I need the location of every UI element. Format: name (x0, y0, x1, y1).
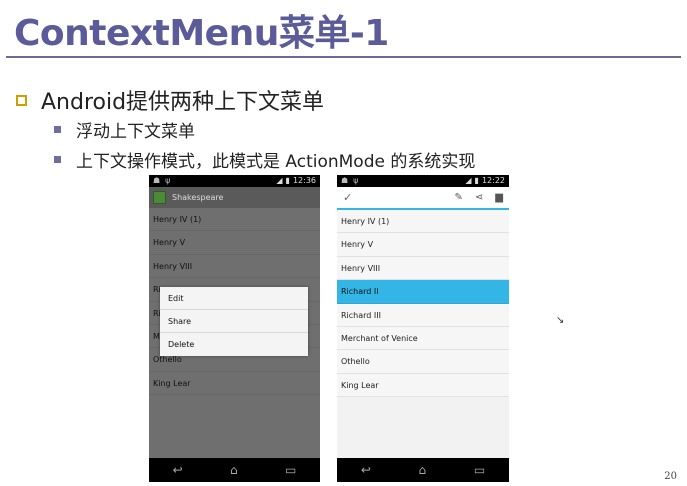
sub-bullet-text: 上下文操作模式，此模式是 ActionMode 的系统实现 (76, 152, 476, 172)
home-icon[interactable]: ⌂ (230, 463, 238, 477)
sub-bullet-square-icon (54, 126, 61, 133)
context-menu-share[interactable]: Share (160, 310, 308, 333)
list-item[interactable]: King Lear (337, 373, 509, 398)
bullet-box-icon (16, 94, 27, 106)
signal-icon: ◢ (465, 176, 472, 185)
context-menu-edit[interactable]: Edit (160, 287, 308, 310)
list-item[interactable]: Merchant of Venice (337, 326, 509, 351)
slide-title: ContextMenu菜单-1 (14, 13, 389, 54)
list-item-selected[interactable]: Richard II (337, 280, 509, 304)
check-icon[interactable]: ✓ (343, 191, 352, 204)
app-title: Shakespeare (172, 193, 224, 202)
status-time: 12:22 (481, 176, 505, 185)
main-bullet-text: Android提供两种上下文菜单 (41, 90, 325, 115)
battery-icon: ▮ (474, 176, 479, 185)
phone-action-mode: ☗ ψ ◢ ▮ 12:22 ✓ ✎ ⋖ ▆ Henry IV (1) Henry … (337, 175, 509, 482)
trash-icon[interactable]: ▆ (495, 192, 503, 203)
list-item[interactable]: Othello (337, 350, 509, 374)
title-divider (6, 56, 681, 58)
battery-icon: ▮ (285, 176, 290, 185)
list-item[interactable]: Richard III (337, 303, 509, 327)
status-time: 12:36 (292, 176, 316, 185)
back-icon[interactable]: ↩ (173, 463, 183, 477)
sub-bullet-1: 浮动上下文菜单 (54, 117, 195, 142)
share-icon[interactable]: ⋖ (475, 192, 483, 203)
main-bullet: Android提供两种上下文菜单 (16, 84, 324, 116)
recents-icon[interactable]: ▭ (474, 463, 485, 477)
action-bar: Shakespeare (149, 187, 320, 208)
app-icon (153, 191, 166, 204)
list-item[interactable]: Henry IV (1) (149, 208, 320, 232)
status-bar: ☗ ψ ◢ ▮ 12:36 (149, 175, 320, 187)
list-item[interactable]: King Lear (149, 372, 320, 396)
nav-bar: ↩ ⌂ ▭ (149, 458, 320, 482)
nav-bar: ↩ ⌂ ▭ (337, 458, 509, 482)
status-bar: ☗ ψ ◢ ▮ 12:22 (337, 175, 509, 187)
android-icon: ☗ (153, 176, 161, 185)
list-item[interactable]: Henry IV (1) (337, 210, 509, 234)
mouse-cursor-icon: ↘ (556, 315, 565, 326)
signal-icon: ◢ (276, 176, 283, 185)
list-item[interactable]: Henry VIII (149, 255, 320, 279)
back-icon[interactable]: ↩ (361, 463, 371, 477)
recents-icon[interactable]: ▭ (285, 463, 296, 477)
context-menu-delete[interactable]: Delete (160, 333, 308, 356)
usb-icon: ψ (353, 176, 359, 185)
book-list: Henry IV (1) Henry V Henry VIII Richard … (337, 210, 509, 398)
list-item[interactable]: Henry V (149, 231, 320, 255)
sub-bullet-2: 上下文操作模式，此模式是 ActionMode 的系统实现 (54, 147, 475, 172)
sub-bullet-square-icon (54, 156, 61, 163)
page-number: 20 (664, 471, 677, 482)
home-icon[interactable]: ⌂ (419, 463, 427, 477)
android-icon: ☗ (341, 176, 349, 185)
context-menu: Edit Share Delete (160, 287, 308, 356)
contextual-action-bar: ✓ ✎ ⋖ ▆ (337, 187, 509, 210)
pencil-icon[interactable]: ✎ (455, 192, 463, 203)
sub-bullet-text: 浮动上下文菜单 (76, 122, 195, 142)
usb-icon: ψ (165, 176, 171, 185)
list-item[interactable]: Henry VIII (337, 256, 509, 281)
list-item[interactable]: Henry V (337, 233, 509, 257)
